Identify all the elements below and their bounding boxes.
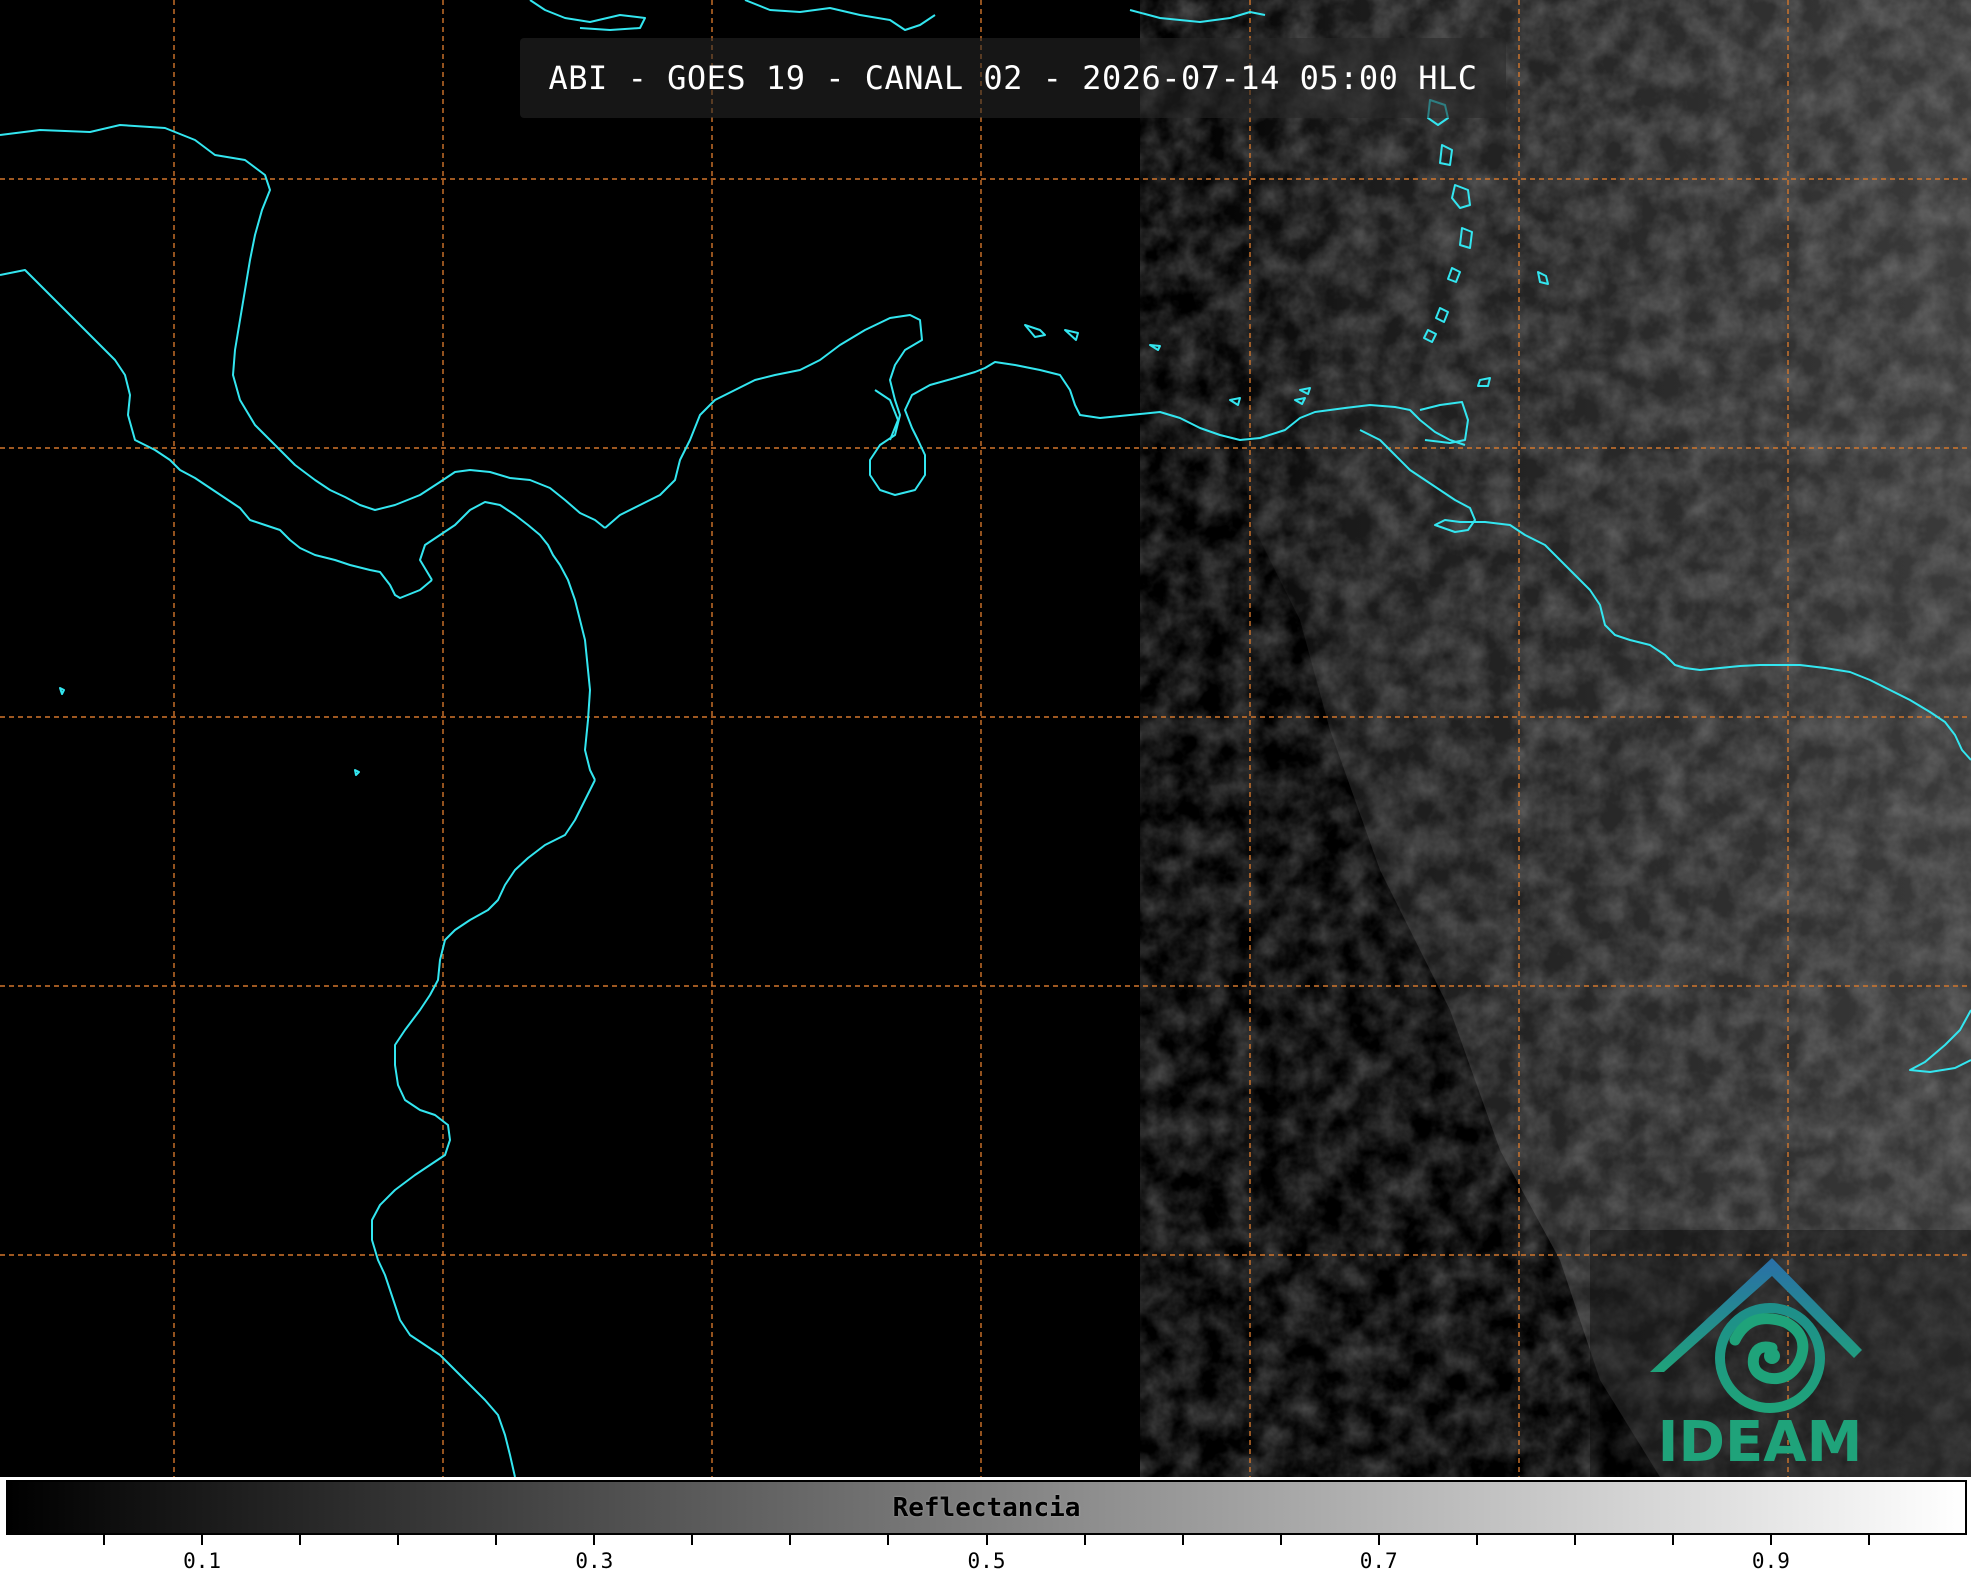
colorbar-tick	[691, 1535, 694, 1545]
colorbar-tick	[1083, 1535, 1086, 1545]
island	[354, 769, 360, 776]
island	[1024, 324, 1046, 338]
colorbar-tick	[397, 1535, 400, 1545]
island	[1064, 329, 1079, 341]
island	[59, 687, 65, 695]
colorbar-tick	[1671, 1535, 1674, 1545]
coastline-pacific-central-america	[0, 269, 433, 599]
coastline-central-america-north	[0, 124, 606, 529]
colorbar-ticks: 0.1 0.3 0.5 0.7 0.9	[0, 1535, 1971, 1577]
colorbar-tick	[1181, 1535, 1184, 1545]
image-title: ABI - GOES 19 - CANAL 02 - 2026-07-14 05…	[548, 59, 1478, 97]
colorbar-tick	[1377, 1535, 1380, 1545]
ideam-logo-mark	[1650, 1258, 1862, 1413]
coastline-pacific-south-america	[371, 779, 596, 1477]
logo-text: IDEAM	[1657, 1410, 1863, 1475]
colorbar-tick-label: 0.3	[575, 1549, 614, 1573]
colorbar-tick	[593, 1535, 596, 1545]
colorbar-tick	[1475, 1535, 1478, 1545]
colorbar-tick	[887, 1535, 890, 1545]
ideam-logo: IDEAM	[1640, 1250, 1880, 1475]
colorbar-tick	[1867, 1535, 1870, 1545]
colorbar-tick	[495, 1535, 498, 1545]
colorbar-tick-label: 0.7	[1359, 1549, 1398, 1573]
colorbar-tick-label: 0.9	[1751, 1549, 1790, 1573]
colorbar-tick	[201, 1535, 204, 1545]
colorbar-tick	[299, 1535, 302, 1545]
colorbar-tick	[1573, 1535, 1576, 1545]
colorbar-tick	[1769, 1535, 1772, 1545]
logo-swirl-arm	[1729, 1313, 1809, 1385]
colorbar-tick	[985, 1535, 988, 1545]
coastline-hispaniola	[744, 0, 936, 31]
colorbar-tick	[103, 1535, 106, 1545]
logo-swirl-eye	[1764, 1348, 1780, 1364]
colorbar-tick	[789, 1535, 792, 1545]
colorbar-tick	[1279, 1535, 1282, 1545]
title-box: ABI - GOES 19 - CANAL 02 - 2026-07-14 05…	[520, 38, 1506, 118]
coastline-cuba	[529, 0, 646, 31]
colorbar: Reflectancia	[6, 1480, 1967, 1535]
colorbar-tick-label: 0.1	[183, 1549, 222, 1573]
coastline-costa-rica-panama	[419, 501, 596, 781]
satellite-map: ABI - GOES 19 - CANAL 02 - 2026-07-14 05…	[0, 0, 1971, 1477]
colorbar-panel: Reflectancia 0.1 0.3 0.5 0.7 0.9	[0, 1477, 1971, 1577]
island	[1149, 344, 1161, 351]
colorbar-tick-label: 0.5	[967, 1549, 1006, 1573]
colorbar-label: Reflectancia	[892, 1492, 1081, 1523]
